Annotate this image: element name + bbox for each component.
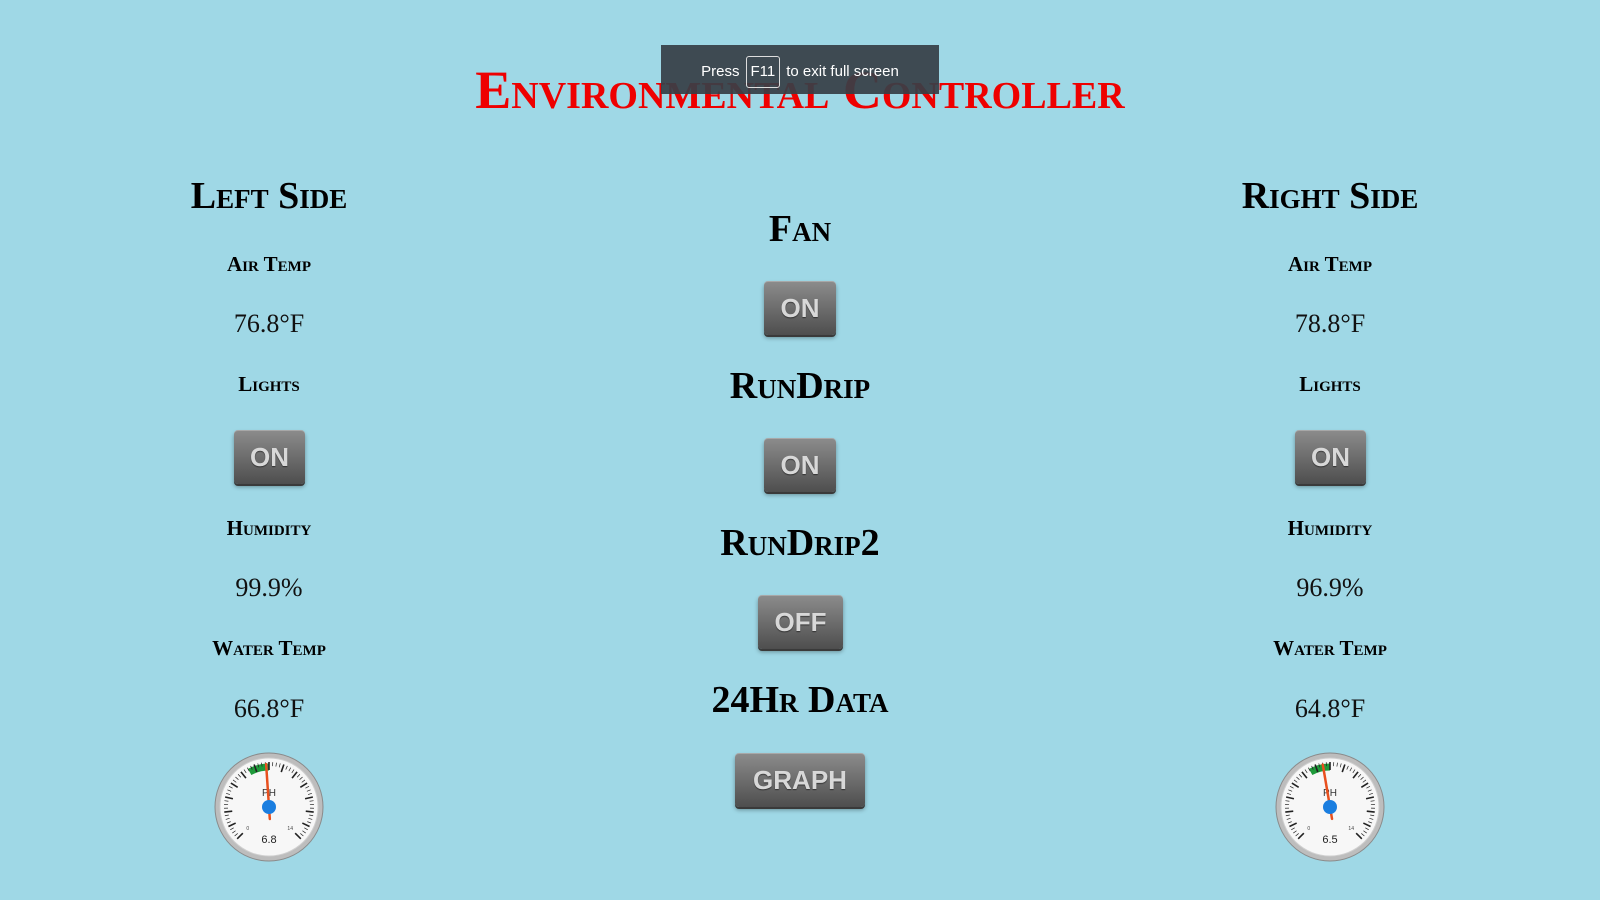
left-humidity-value: 99.9% xyxy=(235,573,303,602)
gauge-tick xyxy=(305,810,314,813)
left-water-temp-label: Water Temp xyxy=(212,636,326,660)
controller-page: Environmental Controller Press F11 to ex… xyxy=(0,0,1600,900)
right-lights-label: Lights xyxy=(1299,372,1361,396)
left-lights-toggle-button[interactable]: ON xyxy=(234,430,305,484)
left-air-temp-value: 76.8°F xyxy=(233,309,305,338)
gauge-max-label: 14 xyxy=(1348,826,1354,832)
gauge-tick xyxy=(224,810,233,813)
right-ph-gauge: 0 14 PH 6.5 xyxy=(1275,752,1385,862)
gauge-value-readout: 6.5 xyxy=(1322,834,1337,846)
gauge-max-label: 14 xyxy=(287,826,293,832)
graph-button[interactable]: GRAPH xyxy=(735,753,865,807)
center-controls-panel: Fan ON RunDrip ON RunDrip2 OFF 24Hr Data… xyxy=(700,0,900,900)
right-humidity-value: 96.9% xyxy=(1296,573,1364,602)
rundrip-toggle-button[interactable]: ON xyxy=(764,438,836,492)
right-water-temp-value: 64.8°F xyxy=(1294,694,1366,723)
gauge-tick xyxy=(1366,810,1375,813)
rundrip2-heading: RunDrip2 xyxy=(720,522,880,564)
gauge-min-label: 0 xyxy=(1307,826,1310,832)
left-air-temp-label: Air Temp xyxy=(226,252,312,276)
left-ph-gauge: 014PH6.8 xyxy=(214,752,324,862)
right-side-heading: Right Side xyxy=(1241,175,1419,217)
right-humidity-label: Humidity xyxy=(1287,516,1373,540)
gauge-hub xyxy=(262,800,276,814)
right-side-panel: Right Side Air Temp 78.8°F Lights ON Hum… xyxy=(1230,0,1430,900)
right-air-temp-label: Air Temp xyxy=(1287,252,1373,276)
rundrip-heading: RunDrip xyxy=(729,365,871,407)
right-air-temp-value: 78.8°F xyxy=(1294,309,1366,338)
fan-heading: Fan xyxy=(768,208,832,250)
left-humidity-label: Humidity xyxy=(226,516,312,540)
left-side-heading: Left Side xyxy=(190,175,348,217)
right-water-temp-label: Water Temp xyxy=(1273,636,1387,660)
gauge-value-readout: 6.8 xyxy=(261,834,276,846)
gauge-hub xyxy=(1323,800,1337,814)
fan-toggle-button[interactable]: ON xyxy=(764,281,836,335)
right-lights-toggle-button[interactable]: ON xyxy=(1295,430,1366,484)
left-lights-label: Lights xyxy=(238,372,300,396)
gauge-min-label: 0 xyxy=(246,826,249,832)
gauge-tick xyxy=(1285,810,1294,813)
gauge-ph-label: PH xyxy=(1323,788,1337,799)
24hr-data-heading: 24Hr Data xyxy=(711,679,889,721)
left-side-panel: Left Side Air Temp 76.8°F Lights ON Humi… xyxy=(169,0,369,900)
left-water-temp-value: 66.8°F xyxy=(233,694,305,723)
rundrip2-toggle-button[interactable]: OFF xyxy=(758,595,843,649)
